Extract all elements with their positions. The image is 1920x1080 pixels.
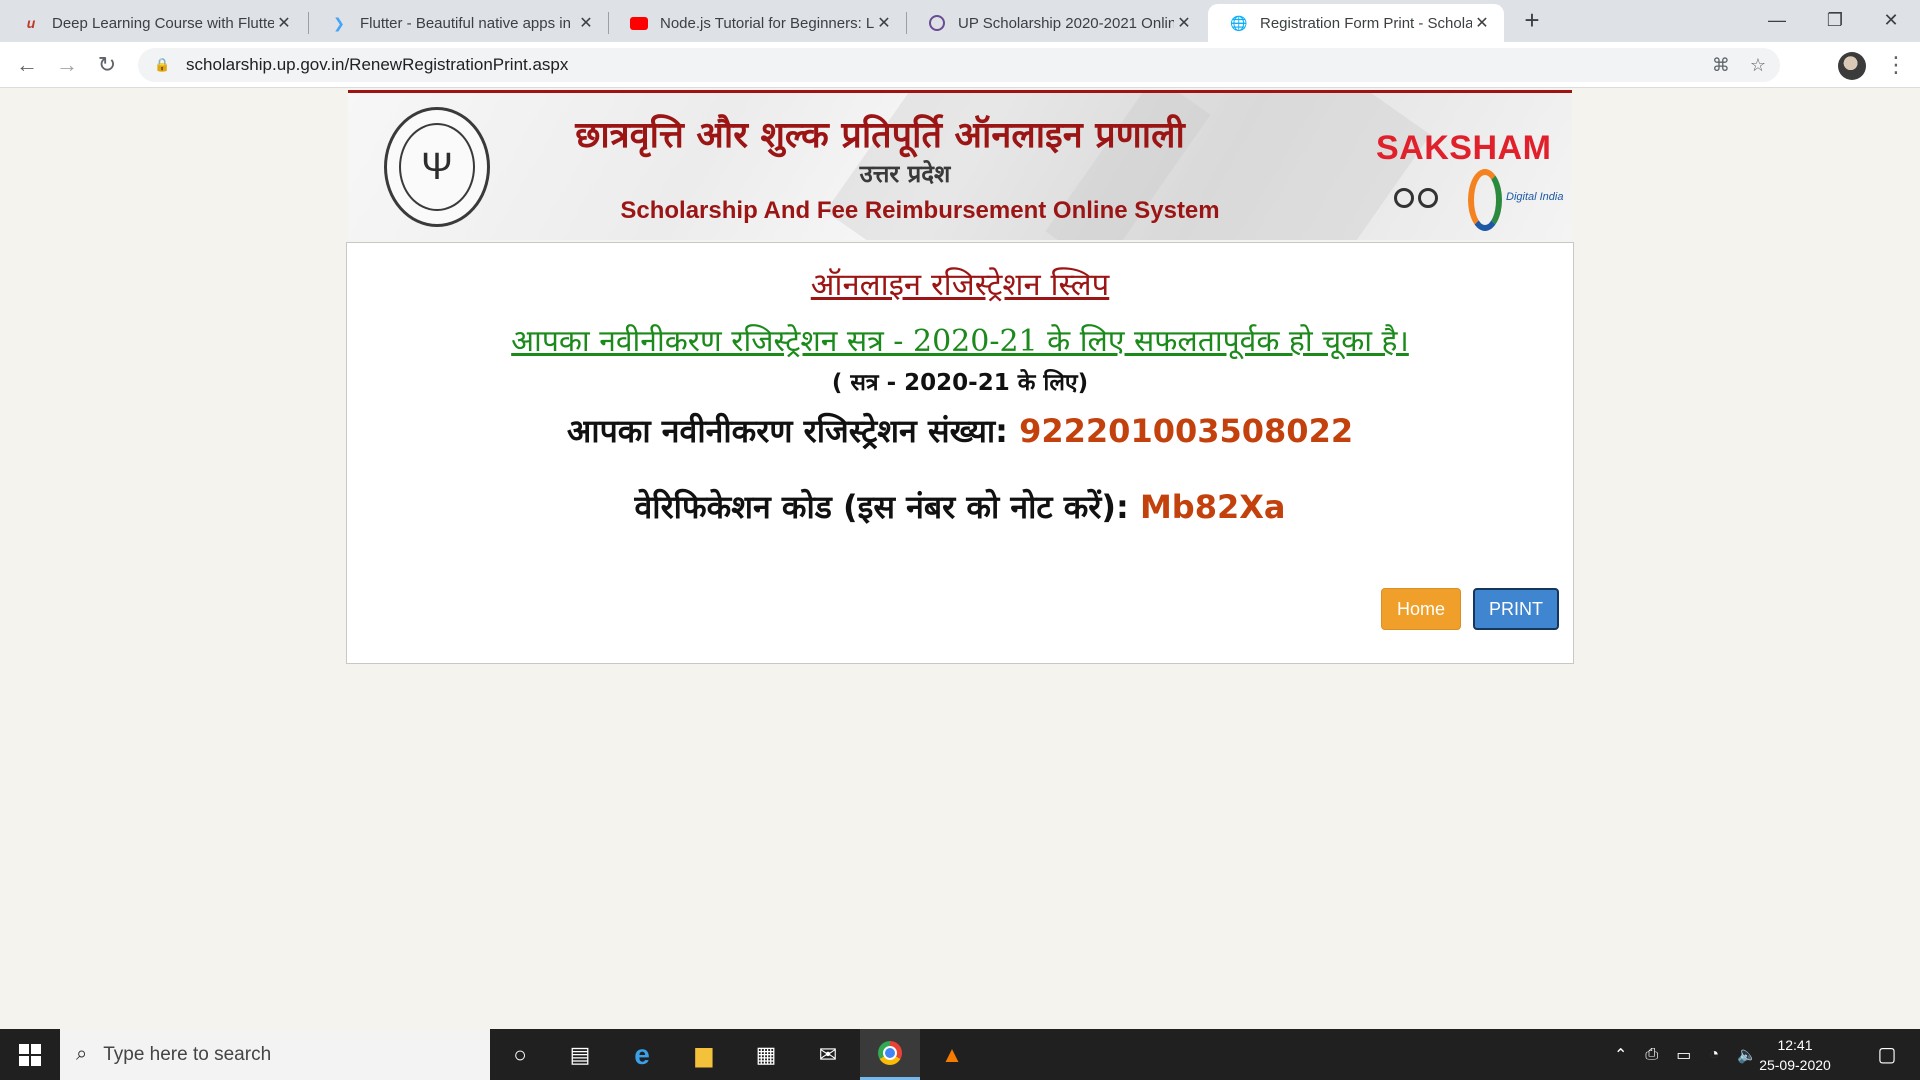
taskbar-clock[interactable]: 12:41 25-09-2020 [1750, 1035, 1840, 1075]
close-tab-icon[interactable]: ✕ [1472, 13, 1492, 33]
battery-icon[interactable]: ▭ [1676, 1045, 1691, 1065]
task-view-icon[interactable]: ▤ [550, 1029, 610, 1080]
print-button[interactable]: PRINT [1473, 588, 1559, 630]
search-placeholder[interactable]: Type here to search [103, 1044, 271, 1066]
verification-code-label: वेरिफिकेशन कोड (इस नंबर को नोट करें): [634, 488, 1129, 526]
wifi-icon[interactable]: ◔ [1709, 1046, 1719, 1064]
clock-time: 12:41 [1777, 1037, 1813, 1053]
verification-code-value: Mb82Xa [1139, 488, 1286, 526]
system-tray: ⌃ ⎙ ▭ ◔ 🔈 [1614, 1029, 1757, 1080]
page-content: Ψ छात्रवृत्ति और शुल्क प्रतिपूर्ति ऑनलाइ… [0, 89, 1920, 1029]
address-bar[interactable]: 🔒 scholarship.up.gov.in/RenewRegistratio… [138, 48, 1780, 82]
store-icon[interactable]: ▦ [736, 1029, 796, 1080]
edge-icon[interactable]: e [612, 1029, 672, 1080]
profile-avatar[interactable] [1838, 52, 1866, 80]
saksham-logo-text: SAKSHAM [1376, 129, 1552, 167]
omnibox-actions: ⌘ ☆ [1712, 48, 1780, 82]
restore-icon[interactable]: ❐ [1806, 0, 1864, 40]
close-tab-icon[interactable]: ✕ [274, 13, 294, 33]
close-tab-icon[interactable]: ✕ [1174, 13, 1194, 33]
tab-1[interactable]: ❯ Flutter - Beautiful native apps in r ✕ [308, 4, 608, 42]
translate-icon[interactable]: ⌘ [1712, 55, 1730, 76]
tab-strip: u Deep Learning Course with Flutter ✕ ❯ … [0, 0, 1920, 42]
bookmark-star-icon[interactable]: ☆ [1750, 55, 1766, 76]
tab-title: Flutter - Beautiful native apps in r [360, 14, 576, 32]
registration-number-value: 922201003508022 [1019, 412, 1354, 450]
site-header-banner: Ψ छात्रवृत्ति और शुल्क प्रतिपूर्ति ऑनलाइ… [348, 90, 1572, 240]
tab-2[interactable]: Node.js Tutorial for Beginners: Le ✕ [608, 4, 906, 42]
session-text: ( सत्र - 2020-21 के लिए) [831, 370, 1089, 396]
notifications-icon[interactable]: ▢ [1862, 1029, 1912, 1080]
cortana-icon[interactable]: ○ [490, 1029, 550, 1080]
swachh-bharat-glasses-icon [1394, 179, 1444, 217]
browser-toolbar: ← → ↻ 🔒 scholarship.up.gov.in/RenewRegis… [0, 42, 1920, 88]
back-icon[interactable]: ← [12, 50, 42, 80]
registration-slip-panel: ऑनलाइन रजिस्ट्रेशन स्लिप आपका नवीनीकरण र… [346, 242, 1574, 664]
close-window-icon[interactable]: ✕ [1862, 0, 1920, 40]
flutter-icon: ❯ [333, 14, 345, 31]
printer-icon[interactable]: ⎙ [1645, 1046, 1658, 1064]
tab-title: Node.js Tutorial for Beginners: Le [660, 14, 874, 32]
start-button[interactable] [0, 1029, 60, 1080]
close-tab-icon[interactable]: ✕ [874, 13, 894, 33]
tab-0[interactable]: u Deep Learning Course with Flutter ✕ [0, 4, 306, 42]
search-icon: ⌕ [76, 1043, 88, 1065]
close-tab-icon[interactable]: ✕ [576, 13, 596, 33]
windows-taskbar: ⌕ Type here to search ○ ▤ e ▆ ▦ ✉ ▲ ⌃ ⎙ … [0, 1029, 1920, 1080]
url-text[interactable]: scholarship.up.gov.in/RenewRegistrationP… [186, 55, 568, 75]
file-explorer-icon[interactable]: ▆ [674, 1029, 734, 1080]
globe-icon: 🌐 [1230, 14, 1248, 31]
mail-icon[interactable]: ✉ [798, 1029, 858, 1080]
browser-menu-icon[interactable]: ⋮ [1884, 50, 1908, 80]
tab-title: Registration Form Print - Scholars [1260, 14, 1472, 32]
header-title-english: Scholarship And Fee Reimbursement Online… [620, 197, 1220, 224]
udemy-icon: u [26, 15, 36, 31]
success-message: आपका नवीनीकरण रजिस्ट्रेशन सत्र - 2020-21… [511, 324, 1409, 359]
new-tab-button[interactable]: + [1518, 6, 1546, 34]
clock-date: 25-09-2020 [1759, 1057, 1831, 1073]
verification-code-row: वेरिफिकेशन कोड (इस नंबर को नोट करें): Mb… [347, 485, 1573, 528]
lock-icon[interactable]: 🔒 [154, 57, 174, 73]
tab-3[interactable]: UP Scholarship 2020-2021 Online ✕ [906, 4, 1206, 42]
chrome-icon[interactable] [860, 1029, 920, 1080]
tab-title: UP Scholarship 2020-2021 Online [958, 14, 1174, 32]
digital-india-text: Digital India [1506, 191, 1564, 203]
digital-india-icon [1468, 169, 1502, 231]
slip-heading: ऑनलाइन रजिस्ट्रेशन स्लिप [810, 267, 1110, 303]
minimize-icon[interactable]: — [1748, 0, 1806, 40]
show-hidden-icons-icon[interactable]: ⌃ [1614, 1045, 1627, 1065]
registration-number-row: आपका नवीनीकरण रजिस्ट्रेशन संख्या: 922201… [347, 409, 1573, 452]
registration-number-label: आपका नवीनीकरण रजिस्ट्रेशन संख्या: [566, 412, 1008, 450]
tab-title: Deep Learning Course with Flutter [52, 14, 274, 32]
tab-4-active[interactable]: 🌐 Registration Form Print - Scholars ✕ [1208, 4, 1504, 42]
site-icon [928, 14, 946, 32]
digital-india-logo: Digital India [1458, 169, 1568, 235]
youtube-icon [630, 14, 648, 32]
taskbar-search-box[interactable]: ⌕ Type here to search [60, 1029, 490, 1080]
forward-icon[interactable]: → [52, 50, 82, 80]
matlab-icon[interactable]: ▲ [922, 1029, 982, 1080]
home-button[interactable]: Home [1381, 588, 1461, 630]
reload-icon[interactable]: ↻ [92, 50, 122, 80]
windows-logo-icon [19, 1043, 41, 1066]
